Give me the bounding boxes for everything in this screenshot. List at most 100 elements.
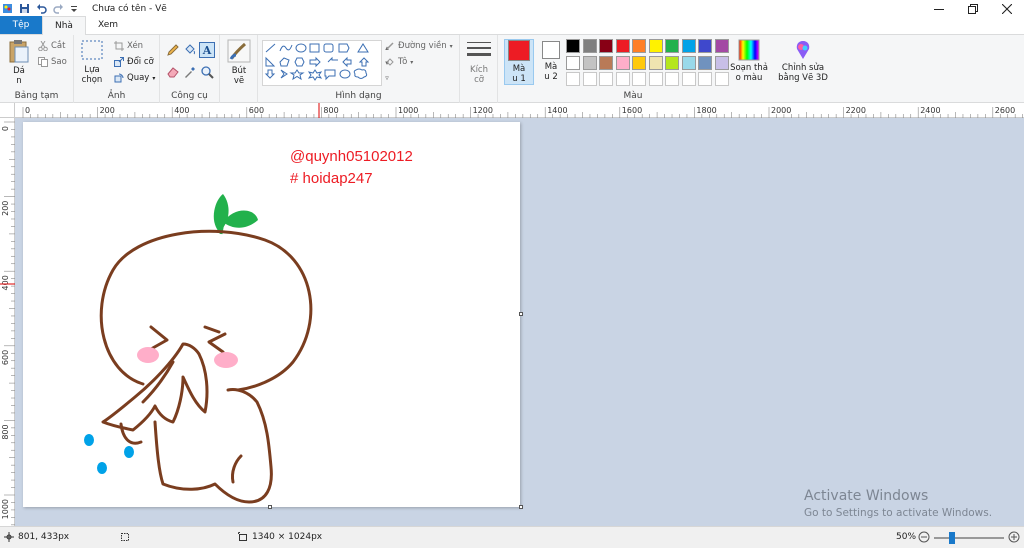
color2-button[interactable]: Mà u 2 [536, 39, 566, 85]
character-tissue-fold [141, 360, 175, 404]
restore-button[interactable] [956, 0, 990, 17]
close-button[interactable] [990, 0, 1024, 17]
copy-button[interactable]: Sao [38, 57, 67, 67]
undo-icon[interactable] [36, 3, 47, 14]
fill-button[interactable]: Tô ▾ [385, 57, 413, 67]
character-eye-left [149, 325, 169, 351]
tear-drop-1 [84, 434, 94, 446]
redo-icon[interactable] [53, 3, 64, 14]
palette-swatch[interactable] [698, 39, 712, 53]
character-brow-right [203, 325, 221, 334]
palette-swatch[interactable] [648, 55, 663, 70]
palette-swatch[interactable] [714, 55, 729, 70]
ruler-tick-label: 1000 [398, 106, 418, 115]
palette-swatch[interactable] [582, 72, 597, 86]
shapes-gallery-icons [264, 43, 370, 81]
customize-toolbar-icon[interactable] [70, 3, 78, 14]
pencil-icon[interactable] [166, 43, 180, 57]
color-picker-icon[interactable] [183, 65, 197, 79]
edit-colors-button[interactable]: Soạn thả o màu [730, 39, 768, 83]
edit-paint3d-button[interactable]: Chỉnh sửa bằng Vẽ 3D [778, 39, 828, 83]
palette-swatch[interactable] [582, 39, 597, 53]
selection-icon [81, 40, 103, 60]
zoom-in-button[interactable] [1008, 531, 1020, 543]
palette-swatch[interactable] [615, 72, 630, 86]
palette-swatch[interactable] [632, 72, 646, 86]
magnifier-icon[interactable] [200, 65, 214, 79]
image-size: 1340 × 1024px [238, 532, 322, 542]
paint3d-icon [796, 41, 810, 59]
palette-swatch[interactable] [615, 55, 630, 70]
shapes-gallery[interactable] [262, 40, 382, 86]
copy-icon [38, 57, 48, 67]
palette-swatch[interactable] [665, 55, 679, 70]
resize-handle-bottom[interactable] [268, 505, 272, 509]
palette-swatch[interactable] [566, 39, 580, 53]
select-button[interactable]: Lựa chọn [78, 39, 106, 85]
ruler-tick-label: 200 [1, 201, 10, 216]
palette-swatch[interactable] [582, 55, 597, 70]
palette-swatch[interactable] [648, 72, 663, 86]
palette-swatch[interactable] [632, 39, 646, 53]
tools-group: A Công cụ [160, 35, 220, 103]
palette-swatch[interactable] [714, 72, 729, 86]
palette-swatch[interactable] [698, 72, 712, 86]
palette-swatch[interactable] [681, 55, 696, 70]
palette-swatch[interactable] [665, 72, 679, 86]
palette-swatch[interactable] [615, 39, 630, 53]
ruler-tick-label: 0 [25, 106, 30, 115]
palette-swatch[interactable] [714, 39, 729, 53]
palette-swatch[interactable] [599, 55, 613, 70]
ruler-tick-label: 1400 [547, 106, 567, 115]
zoom-slider[interactable] [934, 532, 1004, 544]
clipboard-group: Dá n Cắt Sao Bảng tạm [0, 35, 74, 103]
paint-app-icon[interactable] [2, 3, 13, 14]
tab-home[interactable]: Nhà [42, 16, 86, 35]
text-tool-icon[interactable]: A [199, 42, 215, 58]
cut-button[interactable]: Cắt [38, 41, 65, 51]
color1-button[interactable]: Mà u 1 [504, 39, 534, 85]
palette-swatch[interactable] [681, 72, 696, 86]
brushes-button[interactable]: Bút vẽ [224, 39, 254, 86]
eraser-icon[interactable] [166, 65, 180, 79]
tab-view[interactable]: Xem [86, 16, 130, 34]
outline-button[interactable]: Đường viền ▾ [385, 41, 453, 51]
palette-swatch[interactable] [698, 55, 712, 70]
ruler-tick-label: 600 [1, 350, 10, 365]
palette-swatch[interactable] [681, 39, 696, 53]
palette-swatch[interactable] [648, 39, 663, 53]
quick-access-toolbar [0, 3, 78, 14]
palette-swatch[interactable] [632, 55, 646, 70]
chevron-down-icon: ▾ [152, 74, 156, 82]
zoom-slider-thumb[interactable] [949, 532, 955, 544]
palette-swatch[interactable] [566, 72, 580, 86]
ruler-tick-label: 1800 [696, 106, 716, 115]
palette-swatch[interactable] [599, 72, 613, 86]
cheek-left [137, 347, 159, 363]
drawing-canvas[interactable]: @quynh05102012 # hoidap247 [23, 122, 520, 507]
size-button[interactable]: Kích cỡ [464, 39, 494, 85]
minimize-button[interactable] [922, 0, 956, 17]
resize-handle-right[interactable] [519, 312, 523, 316]
resize-handle-corner[interactable] [519, 505, 523, 509]
size-group: Kích cỡ [460, 35, 498, 103]
resize-button[interactable]: Đổi cỡ [114, 57, 154, 67]
horizontal-ruler-ticks: 0 200 400 600 800 1000 1200 1400 1600 1800 2000 220… [22, 103, 1023, 118]
rotate-button[interactable]: Quay ▾ [114, 73, 155, 83]
paste-button[interactable]: Dá n [6, 39, 32, 86]
selection-size [120, 532, 130, 542]
crop-button[interactable]: Xén [114, 41, 143, 51]
ruler-tick-label: 800 [1, 424, 10, 439]
tab-file[interactable]: Tệp [0, 16, 42, 34]
palette-swatch[interactable] [599, 39, 613, 53]
palette-swatch[interactable] [665, 39, 679, 53]
palette-swatch[interactable] [566, 55, 580, 70]
horizontal-ruler: 0 200 400 600 800 1000 1200 1400 1600 1800 2000 220… [15, 103, 1024, 118]
zoom-level: 50% [896, 532, 917, 542]
rotate-icon [114, 73, 124, 83]
activation-watermark-text: Go to Settings to activate Windows. [804, 507, 993, 519]
cursor-position-icon [4, 532, 14, 542]
fill-bucket-icon[interactable] [183, 43, 197, 57]
zoom-out-button[interactable] [918, 531, 930, 543]
save-icon[interactable] [19, 3, 30, 14]
